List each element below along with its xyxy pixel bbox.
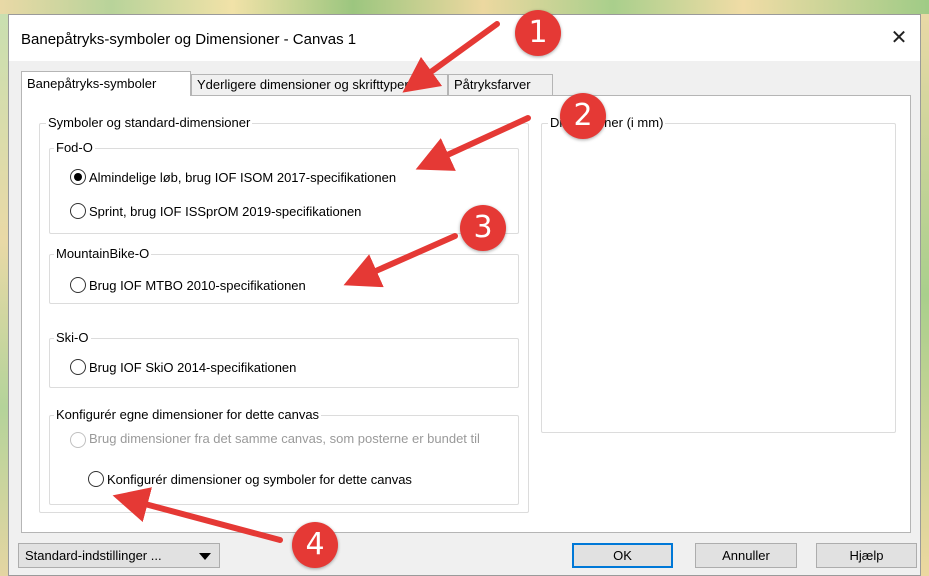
annotation-badge-3: 3	[460, 205, 506, 251]
radio-button[interactable]	[70, 203, 86, 219]
dimensions-group: Dimensioner (i mm)	[541, 115, 896, 433]
close-icon[interactable]: ✕	[878, 23, 920, 53]
custom-dimensions-label: Konfigurér egne dimensioner for dette ca…	[54, 407, 322, 422]
annotation-badge-1: 1	[515, 10, 561, 56]
radio-label: Brug IOF SkiO 2014-specifikationen	[89, 359, 297, 375]
dialog-title: Banepåtryks-symboler og Dimensioner - Ca…	[21, 31, 357, 48]
annotation-badge-4: 4	[292, 522, 338, 568]
tab-additional-dimensions[interactable]: Yderligere dimensioner og skrifttyper	[191, 74, 448, 95]
radio-button-disabled[interactable]	[70, 432, 86, 448]
mtb-o-group: MountainBike-O Brug IOF MTBO 2010-specif…	[49, 246, 519, 304]
radio-button-checked[interactable]	[70, 169, 86, 185]
tab-print-colors[interactable]: Påtryksfarver	[448, 74, 553, 95]
radio-label: Konfigurér dimensioner og symboler for d…	[107, 471, 412, 487]
help-button[interactable]: Hjælp	[816, 543, 917, 568]
radio-isom-2017[interactable]: Almindelige løb, brug IOF ISOM 2017-spec…	[70, 169, 396, 185]
radio-label: Brug IOF MTBO 2010-specifikationen	[89, 277, 306, 293]
mtb-o-label: MountainBike-O	[54, 246, 152, 261]
tab-label: Banepåtryks-symboler	[27, 76, 157, 91]
dropdown-arrow-icon	[199, 553, 211, 560]
radio-button[interactable]	[70, 277, 86, 293]
tab-label: Yderligere dimensioner og skrifttyper	[197, 77, 409, 92]
cancel-button[interactable]: Annuller	[695, 543, 797, 568]
annotation-badge-2: 2	[560, 93, 606, 139]
custom-dimensions-group: Konfigurér egne dimensioner for dette ca…	[49, 407, 519, 505]
foot-o-label: Fod-O	[54, 140, 95, 155]
radio-label: Almindelige løb, brug IOF ISOM 2017-spec…	[89, 169, 397, 185]
background-map-right	[921, 14, 929, 576]
background-map-left	[0, 14, 8, 576]
tab-course-symbols[interactable]: Banepåtryks-symboler	[21, 71, 191, 96]
radio-skio-2014[interactable]: Brug IOF SkiO 2014-specifikationen	[70, 359, 296, 375]
radio-use-bound-canvas[interactable]: Brug dimensioner fra det samme canvas, s…	[70, 431, 490, 448]
radio-mtbo-2010[interactable]: Brug IOF MTBO 2010-specifikationen	[70, 277, 306, 293]
ski-o-group: Ski-O Brug IOF SkiO 2014-specifikationen	[49, 330, 519, 388]
background-map-top	[0, 0, 929, 14]
title-bar: Banepåtryks-symboler og Dimensioner - Ca…	[9, 15, 920, 61]
course-symbols-dialog: Banepåtryks-symboler og Dimensioner - Ca…	[8, 14, 921, 576]
standard-settings-button[interactable]: Standard-indstillinger ...	[18, 543, 220, 568]
radio-configure-this-canvas[interactable]: Konfigurér dimensioner og symboler for d…	[88, 471, 412, 487]
radio-issprom-2019[interactable]: Sprint, brug IOF ISSprOM 2019-specifikat…	[70, 203, 361, 219]
radio-button[interactable]	[88, 471, 104, 487]
standard-settings-label: Standard-indstillinger ...	[25, 548, 162, 563]
radio-label: Sprint, brug IOF ISSprOM 2019-specifikat…	[89, 203, 362, 219]
tab-panel-course-symbols: Symboler og standard-dimensioner Fod-O A…	[21, 95, 911, 533]
symbols-group: Symboler og standard-dimensioner Fod-O A…	[39, 115, 529, 513]
ski-o-label: Ski-O	[54, 330, 91, 345]
foot-o-group: Fod-O Almindelige løb, brug IOF ISOM 201…	[49, 140, 519, 234]
tab-label: Påtryksfarver	[454, 77, 531, 92]
symbols-group-label: Symboler og standard-dimensioner	[46, 115, 253, 130]
radio-label: Brug dimensioner fra det samme canvas, s…	[89, 431, 480, 446]
ok-button[interactable]: OK	[572, 543, 673, 568]
radio-button[interactable]	[70, 359, 86, 375]
